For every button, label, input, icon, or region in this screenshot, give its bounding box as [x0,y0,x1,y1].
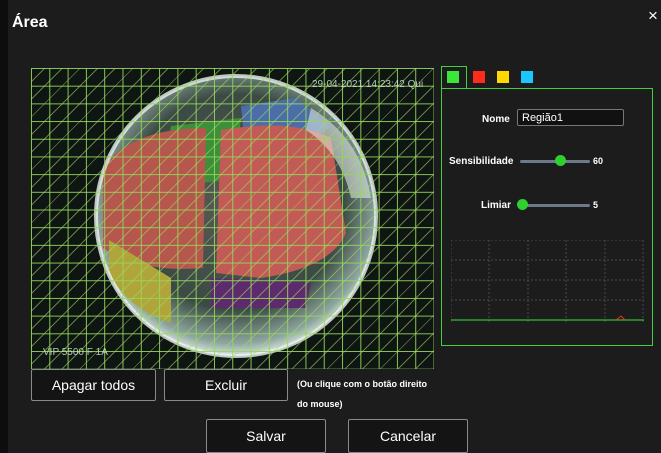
color-tab-green[interactable] [441,66,467,89]
clear-all-button[interactable]: Apagar todos [31,369,156,401]
save-button[interactable]: Salvar [206,419,326,453]
threshold-slider[interactable] [520,204,590,207]
region-name-input[interactable] [517,109,624,126]
sensitivity-value: 60 [593,156,604,166]
motion-peak [615,315,626,321]
left-edge [0,0,8,453]
graph-gridlines [451,240,644,322]
sensitivity-slider-handle[interactable] [555,155,566,166]
delete-hint-line1: (Ou clique com o botão direito [297,379,428,389]
color-swatch [497,71,509,83]
delete-button[interactable]: Excluir [164,369,288,401]
dialog-title: Área [12,14,48,31]
color-tab-yellow[interactable] [491,66,515,88]
camera-preview[interactable]: 29-04-2021 14:23:42 Qui VIP 5500 F 1A [31,68,434,369]
name-label: Nome [482,114,510,125]
color-tab-red[interactable] [467,66,491,88]
threshold-label: Limiar [481,200,512,211]
area-dialog: Área × 29-04-2021 14:23:42 Qui VIP 5500 … [0,0,661,453]
threshold-slider-handle[interactable] [517,199,528,210]
close-icon[interactable]: × [648,6,658,26]
threshold-value: 5 [593,200,599,210]
color-tab-blue[interactable] [515,66,539,88]
color-swatch [521,71,533,83]
color-swatch [473,71,485,83]
sensitivity-label: Sensibilidade [449,156,514,167]
delete-hint: (Ou clique com o botão direito do mouse) [297,374,427,414]
motion-graph [451,240,644,322]
color-swatch [447,71,459,83]
region-hatch [31,68,434,369]
region-color-tabs [441,66,539,89]
cancel-button[interactable]: Cancelar [348,419,468,453]
delete-hint-line2: do mouse) [297,399,343,409]
camera-label-overlay: VIP 5500 F 1A [43,347,108,358]
timestamp-overlay: 29-04-2021 14:23:42 Qui [312,79,424,90]
